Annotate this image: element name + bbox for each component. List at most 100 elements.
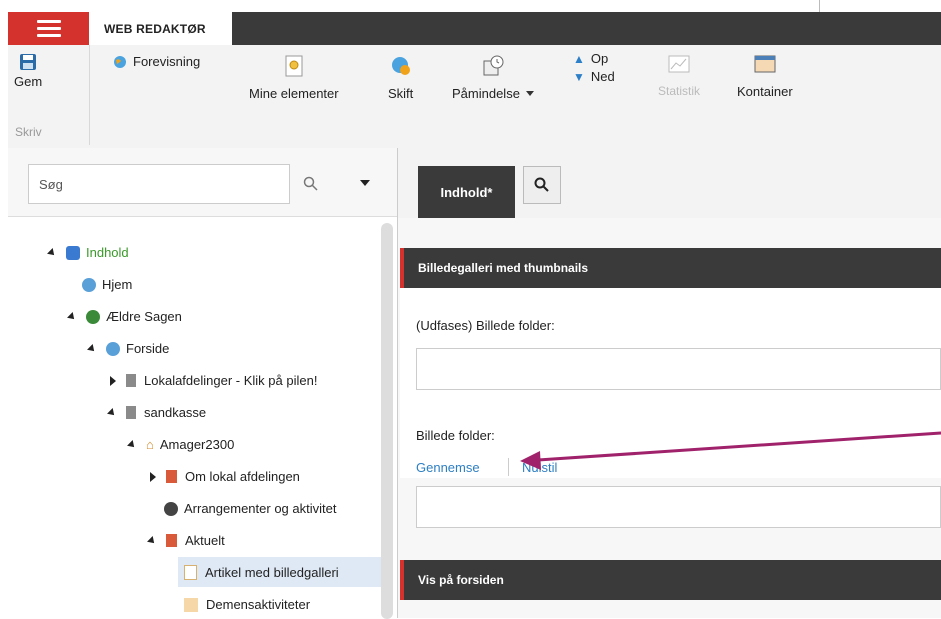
save-label: Gem <box>14 74 43 89</box>
tree-item-label: Hjem <box>102 277 133 292</box>
document-icon <box>184 564 197 580</box>
expand-arrow-icon[interactable] <box>110 375 116 386</box>
ribbon-toolbar: Gem Skriv Forevisning Mine elementer Ski… <box>8 45 941 149</box>
statistics-button[interactable]: Statistik <box>658 55 700 98</box>
browse-link[interactable]: Gennemse <box>416 460 480 475</box>
tree-item-label: Lokalafdelinger - Klik på pilen! <box>144 373 318 388</box>
link-separator <box>508 458 509 476</box>
tree-item-label: Indhold <box>86 245 129 260</box>
content-tree-panel: Søg Indhold Hjem Ældre Sagen Forside Lok… <box>8 148 398 619</box>
switch-button[interactable]: Skift <box>388 55 413 101</box>
container-icon <box>754 55 776 73</box>
database-icon <box>126 406 136 419</box>
tree-item-label: Ældre Sagen <box>106 309 182 324</box>
globe-icon <box>106 341 120 356</box>
document-red-icon <box>166 470 177 483</box>
move-down-button[interactable]: ▼ Ned <box>573 69 615 84</box>
tree-item-label: Aktuelt <box>185 533 225 548</box>
globe-icon <box>86 309 100 324</box>
expand-arrow-icon[interactable] <box>150 471 156 482</box>
editor-panel: Indhold* Billedegalleri med thumbnails (… <box>398 148 941 618</box>
tree-item-label: Demensaktiviteter <box>206 597 311 612</box>
tree-item-forside[interactable]: Forside <box>87 341 170 356</box>
tree-item-arrangementer[interactable]: Arrangementer og aktivitet <box>164 501 336 516</box>
section-header-gallery[interactable]: Billedegalleri med thumbnails <box>400 248 941 288</box>
hamburger-icon <box>36 16 61 41</box>
folder-icon <box>184 597 198 612</box>
top-divider <box>819 0 820 12</box>
chevron-down-icon <box>525 91 534 96</box>
field-label-folder: Billede folder: <box>416 428 495 443</box>
tab-indhold[interactable]: Indhold* <box>418 166 515 218</box>
statistics-chart-icon <box>668 55 690 73</box>
section-body-gallery: (Udfases) Billede folder: Billede folder… <box>400 288 941 478</box>
switch-label: Skift <box>388 86 414 101</box>
search-icon[interactable] <box>303 176 319 192</box>
tree-item-artikel-selected[interactable]: Artikel med billedgalleri <box>178 557 382 587</box>
move-up-button[interactable]: ▲ Op <box>573 51 608 66</box>
tree-item-label: sandkasse <box>144 405 207 420</box>
old-folder-input[interactable] <box>416 348 941 390</box>
search-dropdown-icon[interactable] <box>360 180 370 186</box>
tree-item-lokalafdelinger[interactable]: Lokalafdelinger - Klik på pilen! <box>110 373 317 388</box>
document-red-icon <box>166 534 177 547</box>
network-icon <box>66 245 80 260</box>
tree-item-sandkasse[interactable]: sandkasse <box>107 405 207 420</box>
hamburger-menu-button[interactable] <box>8 12 89 45</box>
reminder-clock-icon <box>483 55 504 76</box>
tree-item-label: Forside <box>126 341 170 356</box>
soccer-ball-icon <box>164 501 178 516</box>
container-label: Kontainer <box>737 84 793 99</box>
chevron-down-blue-icon: ▼ <box>573 69 585 84</box>
collapse-arrow-icon[interactable] <box>107 407 117 418</box>
my-elements-button[interactable]: Mine elementer <box>249 55 339 101</box>
section-header-frontpage[interactable]: Vis på forsiden <box>400 560 941 600</box>
tree-item-label: Om lokal afdelingen <box>185 469 300 484</box>
folder-input[interactable] <box>416 486 941 528</box>
clear-link[interactable]: Nulstil <box>522 460 557 475</box>
reminder-label: Påmindelse <box>452 86 520 101</box>
up-label: Op <box>590 51 609 66</box>
ribbon-separator <box>89 45 90 145</box>
collapse-arrow-icon[interactable] <box>47 247 57 258</box>
database-icon <box>126 374 136 387</box>
collapse-arrow-icon[interactable] <box>67 311 77 322</box>
my-elements-label: Mine elementer <box>249 86 339 101</box>
save-button[interactable]: Gem <box>14 53 42 89</box>
field-label-old-folder: (Udfases) Billede folder: <box>416 318 555 333</box>
reminder-label-row: Påmindelse <box>452 86 534 101</box>
tab-web-editor[interactable]: WEB REDAKTØR <box>89 12 232 45</box>
tree-item-aktuelt[interactable]: Aktuelt <box>147 533 225 548</box>
collapse-arrow-icon[interactable] <box>127 439 137 450</box>
collapse-arrow-icon[interactable] <box>87 343 97 354</box>
preview-button[interactable]: Forevisning <box>113 54 200 69</box>
search-input[interactable]: Søg <box>28 164 290 204</box>
house-icon: ⌂ <box>146 437 154 452</box>
tree-item-amager2300[interactable]: ⌂ Amager2300 <box>127 437 235 452</box>
my-elements-icon <box>285 55 303 77</box>
tree-item-indhold[interactable]: Indhold <box>47 245 129 260</box>
container-button[interactable]: Kontainer <box>737 55 793 99</box>
switch-globe-icon <box>391 57 410 75</box>
globe-preview-icon <box>114 55 126 68</box>
content-tree: Indhold Hjem Ældre Sagen Forside Lokalaf… <box>8 216 397 619</box>
tree-item-label: Arrangementer og aktivitet <box>184 501 337 516</box>
reminder-button[interactable]: Påmindelse <box>452 55 534 101</box>
tree-item-demensaktiviteter[interactable]: Demensaktiviteter <box>184 597 310 612</box>
write-chunk-label: Skriv <box>15 125 42 139</box>
tree-item-label: Amager2300 <box>159 437 235 452</box>
globe-icon <box>82 277 96 292</box>
statistics-label: Statistik <box>658 84 701 98</box>
tree-item-label: Artikel med billedgalleri <box>205 564 339 580</box>
tree-item-om-lokal[interactable]: Om lokal afdelingen <box>150 469 300 484</box>
search-icon <box>534 177 549 192</box>
down-label: Ned <box>590 69 615 84</box>
collapse-arrow-icon[interactable] <box>147 535 157 546</box>
tree-item-hjem[interactable]: Hjem <box>82 277 132 292</box>
preview-label: Forevisning <box>133 54 201 69</box>
tree-scrollbar[interactable] <box>381 223 393 619</box>
editor-search-button[interactable] <box>523 166 561 204</box>
tree-item-aeldre-sagen[interactable]: Ældre Sagen <box>67 309 182 324</box>
floppy-disk-icon <box>20 54 37 70</box>
chevron-up-icon: ▲ <box>573 51 585 66</box>
